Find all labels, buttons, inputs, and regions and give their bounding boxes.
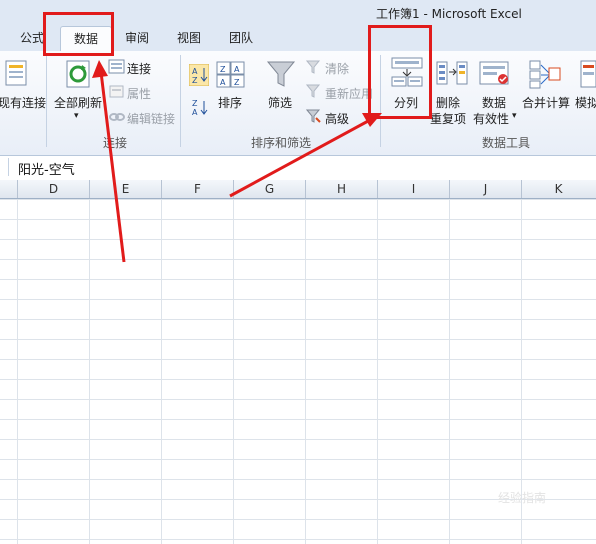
sort-button[interactable]: 排序 <box>218 94 242 111</box>
connections-button[interactable]: 连接 <box>127 60 151 77</box>
column-headers: D E F G H I J K <box>0 180 596 199</box>
tab-view[interactable]: 视图 <box>170 26 208 51</box>
remove-duplicates-icon[interactable] <box>436 61 468 90</box>
svg-text:A: A <box>192 108 198 117</box>
clear-filter-icon <box>305 60 322 77</box>
sort-icon[interactable]: ZAAZ <box>216 61 246 92</box>
column-header-j[interactable]: J <box>450 180 522 198</box>
data-validation-button[interactable]: 数据 <box>482 94 506 111</box>
filter-icon[interactable] <box>266 59 296 92</box>
sort-desc-icon[interactable]: ZA <box>191 98 209 121</box>
grid-column-line <box>449 199 450 544</box>
column-header-h[interactable]: H <box>306 180 378 198</box>
column-header-i[interactable]: I <box>378 180 450 198</box>
formula-input[interactable]: 阳光-空气 <box>18 159 75 178</box>
highlight-box-text-to-columns <box>368 25 432 119</box>
consolidate-icon[interactable] <box>529 59 561 92</box>
edit-links-icon <box>108 109 126 128</box>
grid-column-line <box>233 199 234 544</box>
column-header-partial[interactable] <box>0 180 18 198</box>
grid-column-line <box>89 199 90 544</box>
grid-column-line <box>17 199 18 544</box>
column-header-f[interactable]: F <box>162 180 234 198</box>
connections-icon <box>108 59 126 78</box>
ribbon-separator <box>46 55 47 147</box>
column-header-d[interactable]: D <box>18 180 90 198</box>
properties-button[interactable]: 属性 <box>127 85 151 102</box>
svg-text:A: A <box>220 78 226 87</box>
grid-column-line <box>305 199 306 544</box>
svg-text:Z: Z <box>192 99 198 108</box>
existing-connections-button[interactable]: 现有连接 <box>0 94 46 111</box>
grid-column-line <box>161 199 162 544</box>
svg-text:A: A <box>192 67 198 76</box>
svg-text:Z: Z <box>234 78 240 87</box>
chevron-down-icon[interactable]: ▾ <box>74 111 79 121</box>
remove-duplicates-button[interactable]: 删除 <box>436 94 460 111</box>
svg-text:A: A <box>234 65 240 74</box>
formula-bar: 阳光-空气 <box>0 156 596 181</box>
ribbon: 现有连接 全部刷新 ▾ 连接 属性 编辑链接 连接 AZ ZA ZAAZ 排序 … <box>0 51 596 156</box>
what-if-analysis-icon[interactable] <box>580 59 596 92</box>
watermark: 经验指南 <box>498 491 547 505</box>
tab-team[interactable]: 团队 <box>222 26 260 51</box>
sort-asc-icon[interactable]: AZ <box>188 63 210 89</box>
advanced-button[interactable]: 高级 <box>325 110 349 127</box>
highlight-box-data-tab <box>43 12 114 56</box>
properties-icon <box>108 84 126 103</box>
column-header-g[interactable]: G <box>234 180 306 198</box>
formula-bar-divider <box>0 158 9 176</box>
svg-text:Z: Z <box>220 65 226 74</box>
refresh-all-button[interactable]: 全部刷新 <box>54 94 102 111</box>
what-if-analysis-button[interactable]: 模拟 <box>575 94 596 111</box>
refresh-all-icon[interactable] <box>64 59 94 92</box>
tab-review[interactable]: 审阅 <box>118 26 156 51</box>
column-header-e[interactable]: E <box>90 180 162 198</box>
window-title: 工作簿1 - Microsoft Excel <box>376 7 522 21</box>
column-header-k[interactable]: K <box>522 180 595 198</box>
advanced-filter-icon <box>305 109 322 126</box>
filter-button[interactable]: 筛选 <box>268 94 292 111</box>
consolidate-button[interactable]: 合并计算 <box>522 94 570 111</box>
data-validation-icon[interactable] <box>479 60 511 91</box>
grid-column-line <box>377 199 378 544</box>
clear-button[interactable]: 清除 <box>325 60 349 77</box>
reapply-button[interactable]: 重新应用 <box>325 85 373 102</box>
existing-connections-icon[interactable] <box>4 57 30 90</box>
remove-duplicates-label-2: 重复项 <box>430 112 467 126</box>
group-label-data-tools: 数据工具 <box>482 136 531 150</box>
svg-text:Z: Z <box>192 76 198 85</box>
ribbon-separator <box>180 55 181 147</box>
edit-links-button[interactable]: 编辑链接 <box>127 110 175 127</box>
group-label-sort-filter: 排序和筛选 <box>251 136 312 150</box>
data-validation-label-2: 有效性 <box>473 112 510 126</box>
chevron-down-icon[interactable]: ▾ <box>512 111 517 121</box>
group-label-connections: 连接 <box>103 136 128 150</box>
reapply-icon <box>305 84 322 101</box>
